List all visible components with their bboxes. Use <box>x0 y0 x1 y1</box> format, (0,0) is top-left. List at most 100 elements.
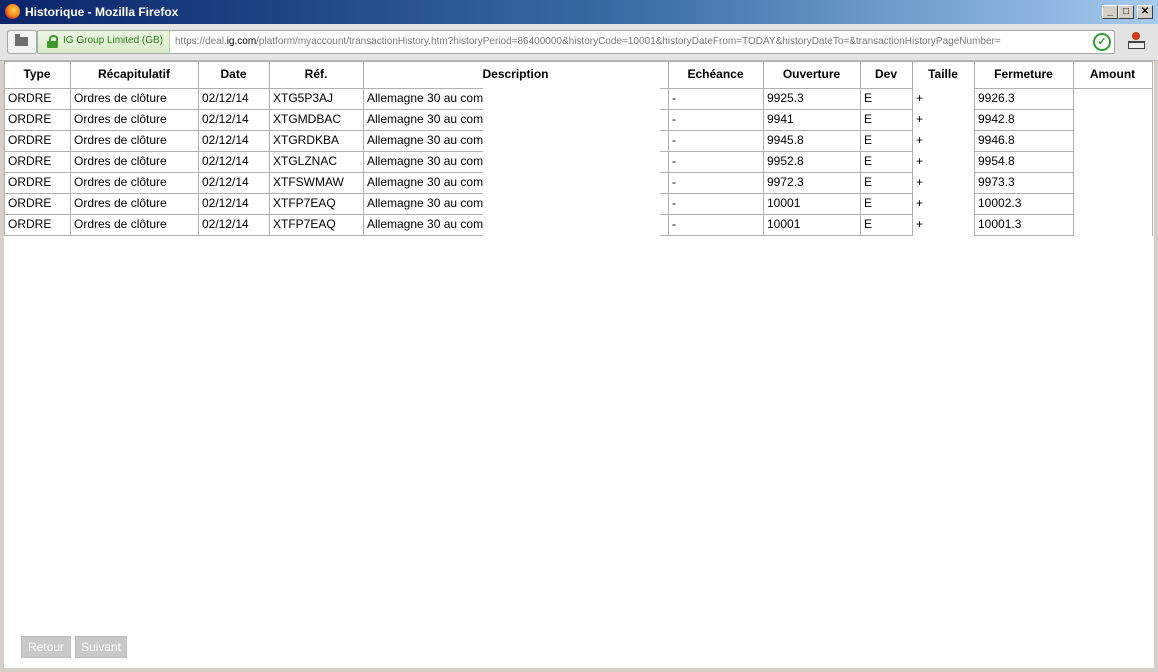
cell-size-sign: + <box>916 133 924 147</box>
cell-date: 02/12/14 <box>202 175 249 189</box>
column-header-summary[interactable]: Récapitulatif <box>70 61 198 88</box>
cell-type: ORDRE <box>8 154 52 168</box>
addon-icon[interactable] <box>1127 32 1147 50</box>
cell-open: 9952.8 <box>767 154 804 168</box>
cell-size-sign: + <box>916 196 924 210</box>
column-header-close[interactable]: Fermeture <box>974 61 1073 88</box>
cell-open: 9945.8 <box>767 133 804 147</box>
grid-line <box>974 130 1073 131</box>
cell-type: ORDRE <box>8 217 52 231</box>
cell-close: 9954.8 <box>978 154 1015 168</box>
column-header-amount[interactable]: Amount <box>1073 61 1152 88</box>
cell-description: Allemagne 30 au com <box>367 112 483 126</box>
grid-line <box>363 61 364 236</box>
window-title: Historique - Mozilla Firefox <box>25 5 179 19</box>
next-button[interactable]: Suivant <box>75 636 127 658</box>
column-header-description[interactable]: Description <box>363 61 668 88</box>
close-button[interactable]: ✕ <box>1137 5 1153 19</box>
cell-size <box>927 214 974 235</box>
window-titlebar[interactable]: Historique - Mozilla Firefox _ □ ✕ <box>0 0 1158 24</box>
cell-summary: Ordres de clôture <box>74 217 167 231</box>
grid-line <box>660 172 912 173</box>
column-header-currency[interactable]: Dev <box>860 61 912 88</box>
grid-line <box>860 61 861 236</box>
grid-line <box>974 61 975 236</box>
grid-line <box>269 61 270 236</box>
cell-size-sign: + <box>916 175 924 189</box>
cell-amount <box>1073 193 1152 214</box>
transaction-history-page: Type Récapitulatif Date Réf. Description Eché… <box>4 61 1154 668</box>
cell-close: 9926.3 <box>978 91 1015 105</box>
cell-ref: XTGRDKBA <box>273 133 340 147</box>
check-icon[interactable]: ✓ <box>1093 33 1111 51</box>
maximize-button[interactable]: □ <box>1118 5 1134 19</box>
cell-date: 02/12/14 <box>202 133 249 147</box>
grid-line <box>974 235 1073 236</box>
column-header-date[interactable]: Date <box>198 61 269 88</box>
cell-size <box>927 172 974 193</box>
tab-groups-button[interactable] <box>7 30 37 54</box>
grid-line <box>660 109 912 110</box>
minimize-button[interactable]: _ <box>1102 5 1118 19</box>
column-header-expiry[interactable]: Echéance <box>668 61 763 88</box>
cell-type: ORDRE <box>8 91 52 105</box>
column-header-open[interactable]: Ouverture <box>763 61 860 88</box>
cell-open: 9941 <box>767 112 794 126</box>
grid-line <box>4 61 5 236</box>
cell-date: 02/12/14 <box>202 154 249 168</box>
cell-type: ORDRE <box>8 112 52 126</box>
cell-open: 9972.3 <box>767 175 804 189</box>
address-bar[interactable]: IG Group Limited (GB) https://deal.ig.co… <box>37 30 1115 54</box>
cell-description: Allemagne 30 au com <box>367 196 483 210</box>
grid-line <box>974 193 1073 194</box>
cell-amount <box>1073 88 1152 109</box>
cell-currency: E <box>864 133 873 147</box>
column-header-size[interactable]: Taille <box>912 61 974 88</box>
cell-currency: E <box>864 196 873 210</box>
grid-line <box>70 61 71 236</box>
cell-size-sign: + <box>916 154 924 168</box>
grid-line <box>4 193 483 194</box>
grid-line <box>4 109 483 110</box>
cell-close: 9946.8 <box>978 133 1015 147</box>
cell-description: Allemagne 30 au com <box>367 91 483 105</box>
cell-description: Allemagne 30 au com <box>367 175 483 189</box>
cell-date: 02/12/14 <box>202 91 249 105</box>
cell-close: 10002.3 <box>978 196 1022 210</box>
cell-amount <box>1073 130 1152 151</box>
cell-size-sign: + <box>916 112 924 126</box>
column-header-type[interactable]: Type <box>4 61 70 88</box>
cell-open: 10001 <box>767 196 801 210</box>
cell-date: 02/12/14 <box>202 196 249 210</box>
url-path: /platform/myaccount/transactionHistory.h… <box>256 36 1001 47</box>
cell-ref: XTFP7EAQ <box>273 217 336 231</box>
cell-amount <box>1073 151 1152 172</box>
cell-open: 9925.3 <box>767 91 804 105</box>
cell-expiry: - <box>672 91 676 105</box>
folder-icon <box>15 34 28 46</box>
cell-ref: XTFSWMAW <box>273 175 344 189</box>
cell-description: Allemagne 30 au com <box>367 133 483 147</box>
back-button[interactable]: Retour <box>21 636 71 658</box>
cell-close: 10001.3 <box>978 217 1022 231</box>
cell-currency: E <box>864 217 873 231</box>
cell-ref: XTFP7EAQ <box>273 196 336 210</box>
grid-line <box>660 88 912 89</box>
cell-close: 9973.3 <box>978 175 1015 189</box>
grid-line <box>974 151 1073 152</box>
site-identity-button[interactable]: IG Group Limited (GB) <box>38 31 170 53</box>
cell-size-sign: + <box>916 91 924 105</box>
grid-line <box>912 61 913 236</box>
cell-expiry: - <box>672 196 676 210</box>
cell-currency: E <box>864 175 873 189</box>
grid-line <box>974 172 1073 173</box>
cell-currency: E <box>864 154 873 168</box>
cell-size <box>927 130 974 151</box>
cell-ref: XTGLZNAC <box>273 154 338 168</box>
cell-expiry: - <box>672 112 676 126</box>
cell-ref: XTG5P3AJ <box>273 91 334 105</box>
column-header-ref[interactable]: Réf. <box>269 61 363 88</box>
cell-date: 02/12/14 <box>202 112 249 126</box>
cell-close: 9942.8 <box>978 112 1015 126</box>
url-text[interactable]: https://deal.ig.com/platform/myaccount/t… <box>175 36 1001 47</box>
